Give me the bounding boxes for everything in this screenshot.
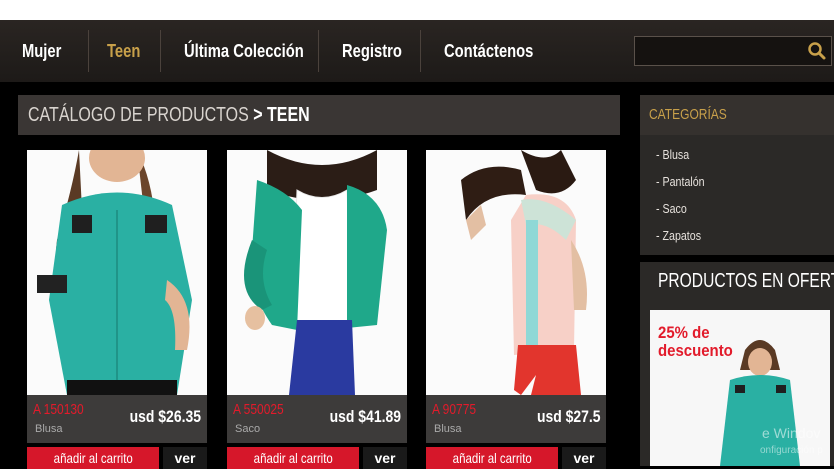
categories-panel: CATEGORÍAS - Blusa - Pantalón - Saco - Z… [640, 95, 834, 255]
offer-discount-text: 25% de descuento [658, 324, 733, 360]
nav-registro[interactable]: Registro [342, 20, 402, 82]
search-icon[interactable] [807, 41, 827, 61]
product-type: Blusa [35, 423, 63, 435]
category-blusa[interactable]: - Blusa [656, 147, 689, 162]
offers-title: PRODUCTOS EN OFERTA [658, 270, 834, 292]
category-pantalon[interactable]: - Pantalón [656, 174, 705, 189]
catalog-header: CATÁLOGO DE PRODUCTOS > TEEN [18, 95, 620, 135]
os-watermark: e Windov [762, 425, 821, 441]
product-image[interactable] [27, 150, 207, 395]
offer-line-1: 25% de [658, 323, 710, 342]
product-price: usd $26.35 [129, 407, 201, 426]
product-type: Blusa [434, 423, 462, 435]
product-price: usd $41.89 [329, 407, 401, 426]
offer-banner[interactable]: 25% de descuento [650, 310, 830, 466]
offer-line-2: descuento [658, 341, 733, 360]
nav-divider [160, 30, 161, 72]
product-info: A 550025 Saco usd $41.89 [227, 395, 407, 443]
nav-ultima-coleccion[interactable]: Última Colección [184, 20, 304, 82]
breadcrumb-catalog[interactable]: CATÁLOGO DE PRODUCTOS [28, 104, 249, 126]
product-info: A 90775 Blusa usd $27.5 [426, 395, 606, 443]
nav-divider [318, 30, 319, 72]
nav-teen[interactable]: Teen [107, 20, 140, 82]
search-box [634, 36, 832, 66]
nav-divider [420, 30, 421, 72]
categories-title: CATEGORÍAS [649, 106, 727, 123]
categories-header: CATEGORÍAS [640, 95, 834, 135]
top-white-strip [0, 0, 834, 20]
search-input[interactable] [635, 37, 800, 65]
product-image[interactable] [227, 150, 407, 395]
product-image[interactable] [426, 150, 606, 395]
product-price: usd $27.5 [536, 407, 600, 426]
nav-contactenos[interactable]: Contáctenos [444, 20, 533, 82]
product-code: A 90775 [432, 401, 477, 418]
breadcrumb-current: TEEN [267, 104, 310, 126]
breadcrumb-separator: > [253, 104, 263, 126]
breadcrumb: CATÁLOGO DE PRODUCTOS > TEEN [28, 95, 310, 135]
os-watermark-sub: onfiguración p [760, 445, 823, 456]
product-code: A 550025 [233, 401, 284, 418]
category-saco[interactable]: - Saco [656, 201, 687, 216]
nav-divider [88, 30, 89, 72]
category-zapatos[interactable]: - Zapatos [656, 228, 701, 243]
product-code: A 150130 [33, 401, 84, 418]
nav-mujer[interactable]: Mujer [22, 20, 61, 82]
product-info: A 150130 Blusa usd $26.35 [27, 395, 207, 443]
product-type: Saco [235, 423, 261, 435]
